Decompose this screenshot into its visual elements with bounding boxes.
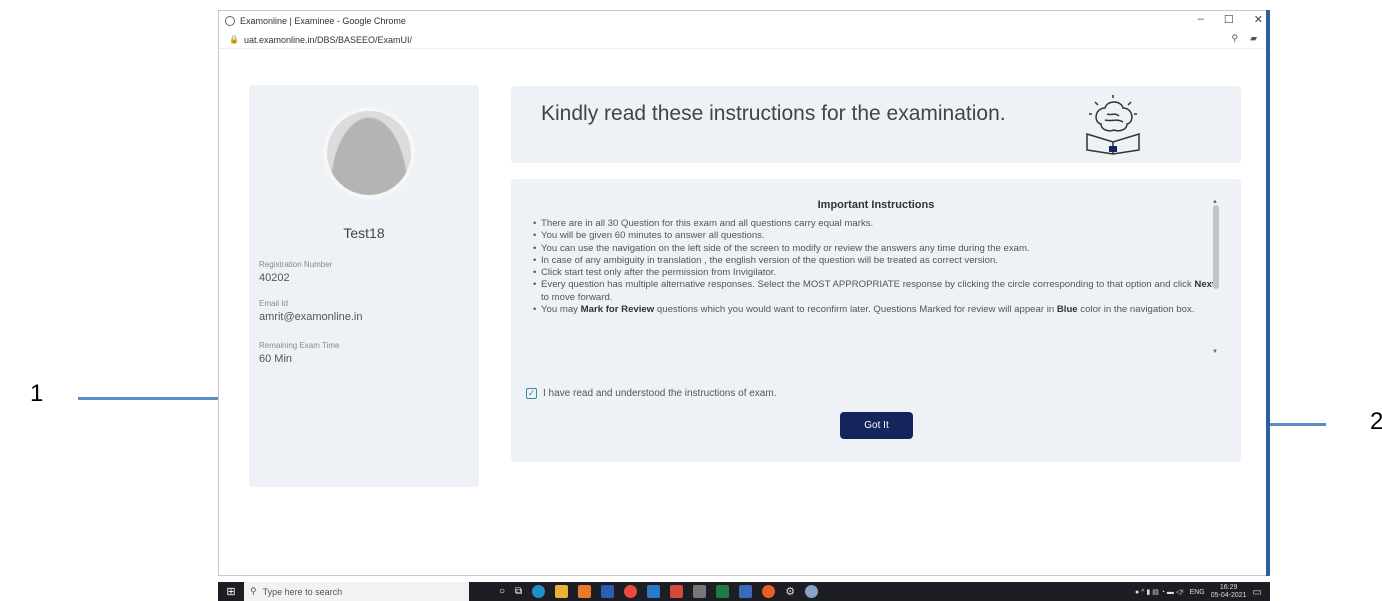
instructions-header: Kindly read these instructions for the e… (511, 86, 1241, 163)
close-button[interactable]: ✕ (1254, 13, 1263, 26)
instruction-item: You can use the navigation on the left s… (531, 243, 1221, 256)
task-view-icon[interactable]: ⧉ (515, 586, 522, 597)
taskbar: ⊞ ⚲ Type here to search ○ ⧉ ⚙ ● ^ ▮ ▤ ◔ … (218, 582, 1270, 601)
search-icon: ⚲ (250, 586, 257, 596)
app-icon[interactable] (578, 585, 592, 598)
instruction-item: There are in all 30 Question for this ex… (531, 218, 1221, 231)
instructions-scrollbar[interactable]: ▲ ▼ (1211, 199, 1221, 359)
profile-card: Test18 Registration Number 40202 Email I… (249, 85, 479, 487)
clock[interactable]: 16:29 05-04-2021 (1211, 584, 1247, 600)
agreement-checkbox[interactable]: ✓ (526, 388, 537, 399)
clock-date: 05-04-2021 (1210, 592, 1247, 599)
examinee-name: Test18 (343, 225, 385, 241)
file-explorer-icon[interactable] (555, 585, 569, 598)
cortana-icon[interactable]: ○ (499, 586, 505, 597)
instruction-item: Every question has multiple alternative … (531, 279, 1221, 304)
annotation-number-2: 2 (1370, 408, 1382, 435)
instructions-list[interactable]: There are in all 30 Question for this ex… (531, 218, 1221, 373)
instruction-item: You may Mark for Review questions which … (531, 304, 1221, 317)
acrobat-icon[interactable] (670, 585, 684, 598)
title-bar: Examonline | Examinee - Google Chrome (219, 11, 1269, 31)
instructions-panel: Important Instructions There are in all … (511, 179, 1241, 462)
window-border (1266, 10, 1270, 576)
tray-icons[interactable]: ● ^ ▮ ▤ ◔ ▬ ◁ˣ (1135, 588, 1184, 596)
lock-icon: 🔒 (229, 35, 239, 44)
page-title: Kindly read these instructions for the e… (541, 102, 1006, 125)
window-controls: – ☐ ✕ (1198, 13, 1263, 26)
firefox-icon[interactable] (762, 585, 776, 598)
app-icon-2[interactable] (739, 585, 753, 598)
store-icon[interactable] (647, 585, 661, 598)
app-icon-3[interactable] (805, 585, 819, 598)
annotation-number-1: 1 (30, 380, 44, 407)
registration-value: 40202 (259, 272, 290, 284)
email-label: Email Id (259, 299, 288, 308)
time-value: 60 Min (259, 353, 293, 365)
excel-icon[interactable] (716, 585, 730, 598)
clock-time: 16:29 (1219, 584, 1238, 591)
calculator-icon[interactable] (693, 585, 707, 598)
instruction-item: Click start test only after the permissi… (531, 267, 1221, 280)
windows-start-icon[interactable]: ⊞ (218, 582, 244, 601)
url-text[interactable]: uat.examonline.in/DBS/BASEEO/ExamUI/ (244, 35, 412, 45)
email-value: amrit@examonline.in (259, 311, 363, 323)
minimize-button[interactable]: – (1198, 13, 1204, 26)
avatar (323, 107, 415, 199)
instruction-item: You will be given 60 minutes to answer a… (531, 230, 1221, 243)
agreement-row[interactable]: ✓ I have read and understood the instruc… (526, 388, 776, 399)
agreement-label[interactable]: I have read and understood the instructi… (543, 388, 776, 399)
system-tray: ● ^ ▮ ▤ ◔ ▬ ◁ˣ ENG 16:29 05-04-2021 ▭ (1135, 584, 1262, 600)
search-placeholder[interactable]: Type here to search (263, 587, 343, 597)
settings-icon[interactable]: ⚙ (785, 585, 795, 598)
browser-window: Examonline | Examinee - Google Chrome – … (218, 10, 1270, 576)
time-label: Remaining Exam Time (259, 341, 340, 350)
page-content: Test18 Registration Number 40202 Email I… (219, 51, 1269, 561)
instruction-item: In case of any ambiguity in translation … (531, 255, 1221, 268)
address-bar[interactable]: 🔒 uat.examonline.in/DBS/BASEEO/ExamUI/ (219, 31, 1269, 49)
language-indicator[interactable]: ENG (1190, 589, 1205, 596)
taskbar-search[interactable]: ⚲ Type here to search (244, 582, 469, 601)
registration-label: Registration Number (259, 260, 333, 269)
address-bar-actions: ⚲ ▰ (1231, 33, 1257, 44)
instructions-title: Important Instructions (817, 199, 935, 211)
extension-icon[interactable]: ▰ (1250, 33, 1257, 44)
scroll-down-icon[interactable]: ▼ (1212, 349, 1218, 355)
brain-book-icon (1086, 95, 1140, 155)
chrome-taskbar-icon[interactable] (624, 585, 638, 598)
taskbar-apps: ○ ⧉ ⚙ (499, 585, 819, 598)
chrome-icon (225, 16, 235, 26)
location-icon[interactable]: ⚲ (1231, 33, 1238, 44)
got-it-button[interactable]: Got It (840, 412, 913, 439)
window-title: Examonline | Examinee - Google Chrome (240, 16, 406, 26)
notification-icon[interactable]: ▭ (1253, 587, 1262, 598)
word-icon[interactable] (601, 585, 615, 598)
scroll-thumb[interactable] (1213, 205, 1219, 289)
edge-icon[interactable] (532, 585, 546, 598)
maximize-button[interactable]: ☐ (1224, 13, 1234, 26)
